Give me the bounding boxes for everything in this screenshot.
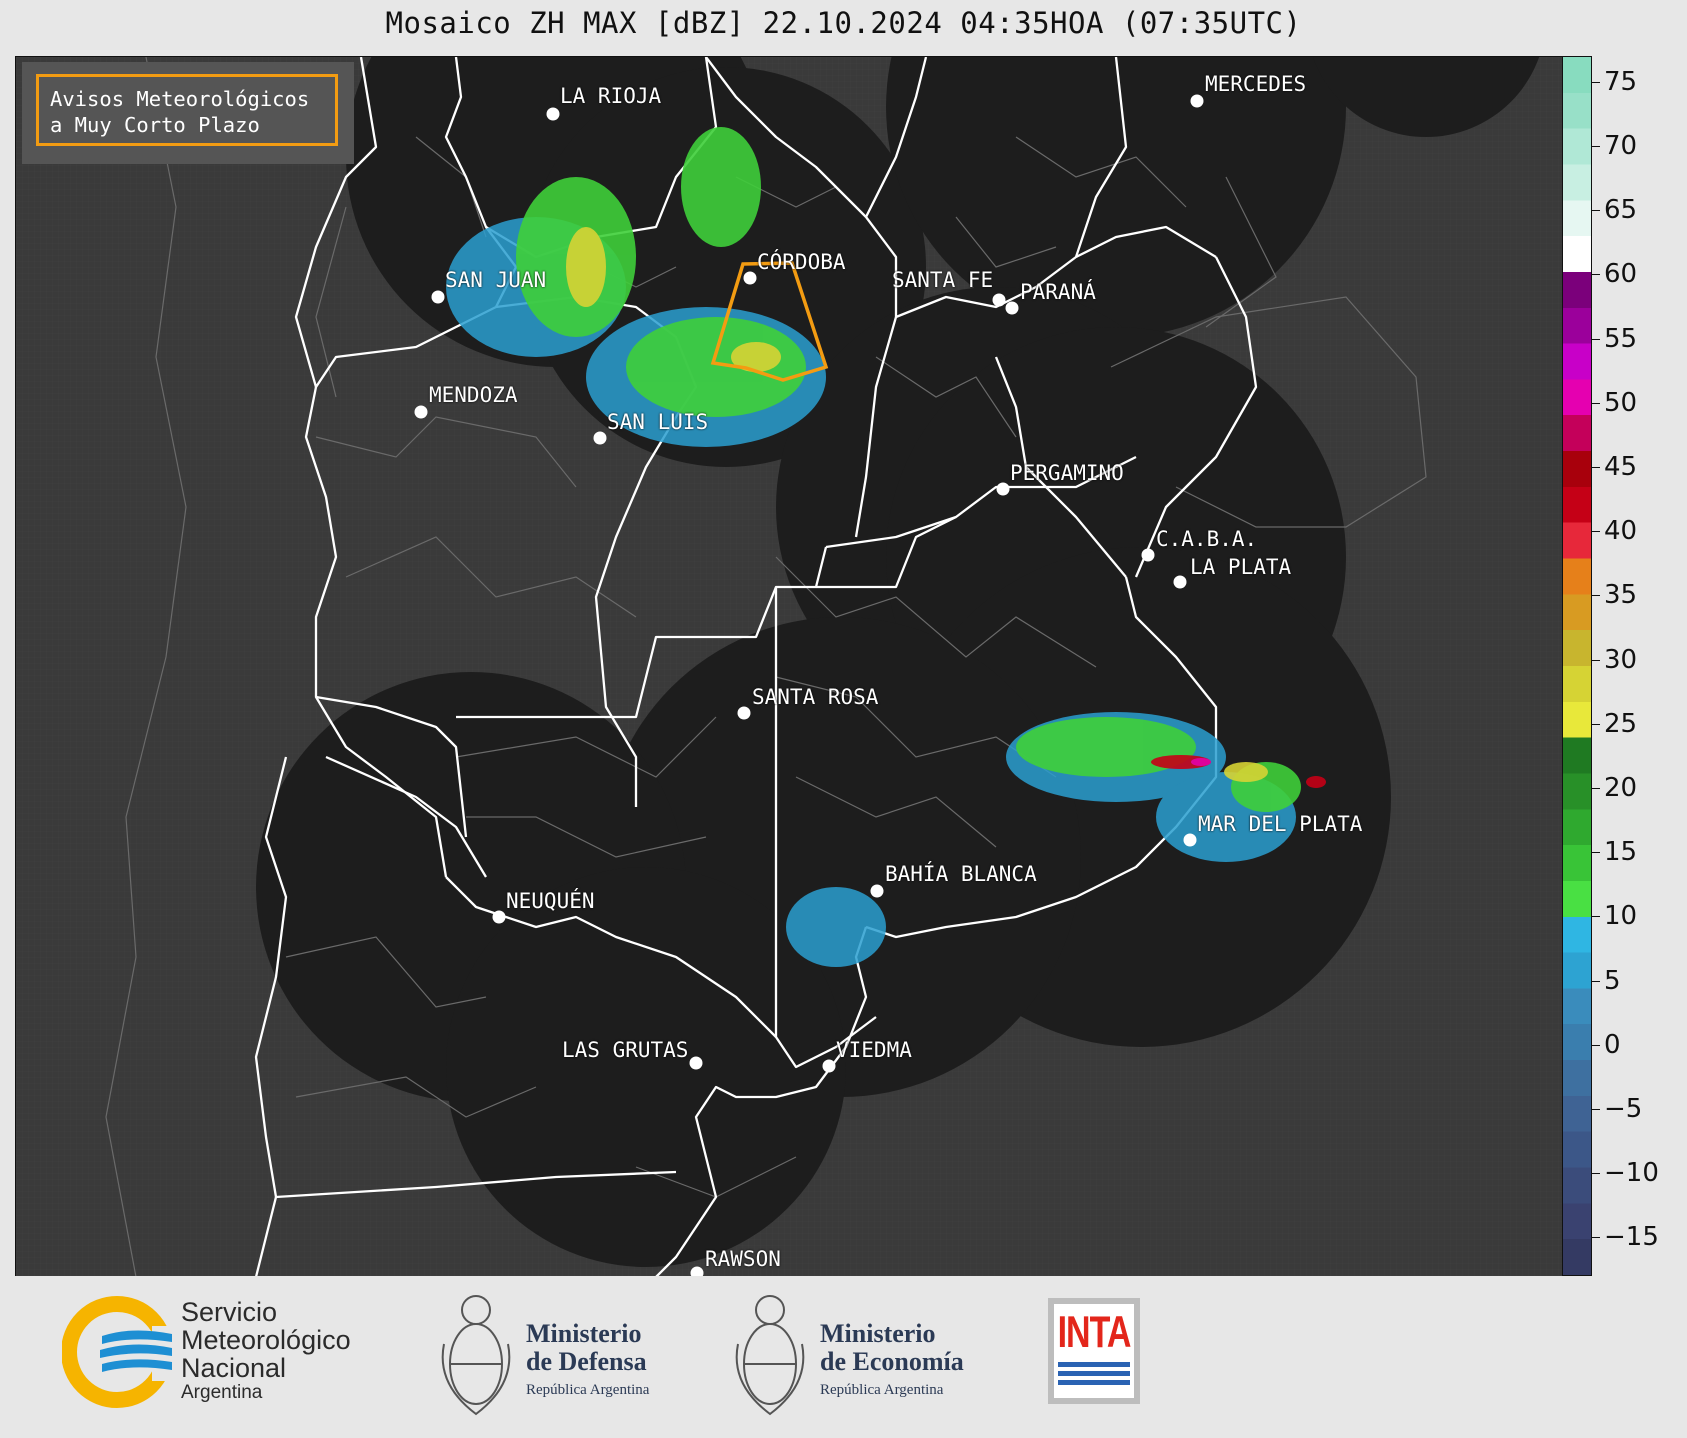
colorbar-tick — [1592, 1109, 1600, 1111]
colorbar-tick-label: 45 — [1604, 451, 1638, 482]
city-label: C.A.B.A. — [1156, 527, 1258, 551]
city-label: BAHÍA BLANCA — [885, 862, 1037, 886]
city-label: SANTA FE — [892, 268, 994, 292]
city-label: VIEDMA — [836, 1038, 912, 1062]
city-dot — [1190, 94, 1204, 108]
city-label: RAWSON — [705, 1247, 781, 1271]
colorbar-tick-label: 60 — [1604, 259, 1638, 290]
city-label: NEUQUÉN — [506, 889, 595, 913]
map-title: Mosaico ZH MAX [dBZ] 22.10.2024 04:35HOA… — [385, 6, 1302, 40]
colorbar-tick — [1592, 1173, 1600, 1175]
city-dot — [1173, 575, 1187, 589]
colorbar-tick — [1592, 338, 1600, 340]
colorbar-tick — [1592, 916, 1600, 918]
colorbar-tick-label: 70 — [1604, 130, 1638, 161]
colorbar-tick-label: 35 — [1604, 580, 1638, 611]
smn-line2: Meteorológico — [181, 1325, 351, 1355]
legend-line2: a Muy Corto Plazo — [50, 113, 260, 137]
economia-line3: República Argentina — [820, 1382, 944, 1398]
smn-line1: Servicio — [181, 1297, 278, 1327]
colorbar-tick — [1592, 210, 1600, 212]
economia-line2: de Economía — [820, 1347, 964, 1376]
colorbar-tick-label: 0 — [1604, 1029, 1621, 1060]
colorbar-tick-label: −5 — [1604, 1094, 1643, 1125]
coat-of-arms-icon — [735, 1295, 805, 1416]
city-label: PERGAMINO — [1010, 461, 1124, 485]
colorbar-tick-label: 75 — [1604, 66, 1638, 97]
colorbar-tick — [1592, 531, 1600, 533]
city-dot — [822, 1059, 836, 1073]
city-dot — [431, 290, 445, 304]
city-dot — [546, 107, 560, 121]
colorbar-tick — [1592, 81, 1600, 83]
colorbar-tick-label: 15 — [1604, 837, 1638, 868]
smn-line4: Argentina — [181, 1382, 263, 1403]
colorbar-tick — [1592, 402, 1600, 404]
colorbar-tick — [1592, 595, 1600, 597]
colorbar-tick-label: 10 — [1604, 901, 1638, 932]
city-dot — [593, 431, 607, 445]
city-label: SAN LUIS — [607, 410, 709, 434]
city-label: LAS GRUTAS — [562, 1038, 689, 1062]
footer: Servicio Meteorológico Nacional Argentin… — [0, 1276, 1687, 1438]
inta-logo-icon: INTA — [1048, 1298, 1140, 1404]
colorbar-tick-label: 5 — [1604, 965, 1621, 996]
city-dot — [743, 271, 757, 285]
defensa-line3: República Argentina — [526, 1382, 650, 1398]
city-dot — [414, 405, 428, 419]
colorbar-tick-label: −15 — [1604, 1222, 1659, 1253]
city-label: CÓRDOBA — [757, 250, 846, 274]
smn-line3: Nacional — [181, 1353, 287, 1383]
colorbar-tick — [1592, 274, 1600, 276]
colorbar — [1562, 56, 1592, 1276]
city-label: SANTA ROSA — [752, 685, 879, 709]
city-label: MENDOZA — [429, 383, 518, 407]
city-dot — [870, 884, 884, 898]
city-dot — [1183, 833, 1197, 847]
city-dot — [1141, 548, 1155, 562]
colorbar-tick — [1592, 466, 1600, 468]
defensa-line2: de Defensa — [526, 1347, 647, 1376]
colorbar-tick-label: 40 — [1604, 516, 1638, 547]
colorbar-tick-label: −10 — [1604, 1158, 1659, 1189]
colorbar-tick-label: 30 — [1604, 644, 1638, 675]
smn-logo-icon — [62, 1296, 172, 1408]
city-dot — [737, 706, 751, 720]
city-label: SAN JUAN — [445, 268, 547, 292]
city-label: LA PLATA — [1190, 555, 1292, 579]
economia-line1: Ministerio — [820, 1319, 936, 1348]
colorbar-tick — [1592, 1044, 1600, 1046]
colorbar-tick-label: 55 — [1604, 323, 1638, 354]
colorbar-tick — [1592, 1237, 1600, 1239]
coat-of-arms-icon — [441, 1295, 511, 1416]
colorbar-tick — [1592, 723, 1600, 725]
city-label: MERCEDES — [1205, 72, 1307, 96]
colorbar-tick — [1592, 852, 1600, 854]
colorbar-tick-label: 20 — [1604, 773, 1638, 803]
colorbar-tick-label: 50 — [1604, 387, 1638, 418]
colorbar-tick — [1592, 980, 1600, 982]
inta-text: INTA — [1057, 1308, 1132, 1358]
radar-map[interactable] — [15, 56, 1564, 1278]
city-dot — [992, 293, 1006, 307]
colorbar-tick-label: 25 — [1604, 708, 1638, 739]
city-label: PARANÁ — [1020, 280, 1096, 304]
city-label: LA RIOJA — [560, 84, 662, 108]
city-dot — [1005, 301, 1019, 315]
colorbar-tick — [1592, 788, 1600, 789]
colorbar-ticks: 75 70 65 60 55 50 45 40 35 30 25 20 15 10 5 0 −5 −10 −15 — [1592, 56, 1687, 1276]
city-dot — [492, 910, 506, 924]
legend-line1: Avisos Meteorológicos — [50, 87, 310, 111]
city-dot — [689, 1056, 703, 1070]
city-dot — [996, 482, 1010, 496]
colorbar-tick-label: 65 — [1604, 195, 1638, 226]
colorbar-tick — [1592, 659, 1600, 661]
basemap — [16, 57, 1563, 1277]
defensa-line1: Ministerio — [526, 1319, 642, 1348]
colorbar-tick — [1592, 145, 1600, 147]
city-label: MAR DEL PLATA — [1198, 812, 1363, 836]
warning-legend: Avisos Meteorológicos a Muy Corto Plazo — [36, 74, 338, 146]
